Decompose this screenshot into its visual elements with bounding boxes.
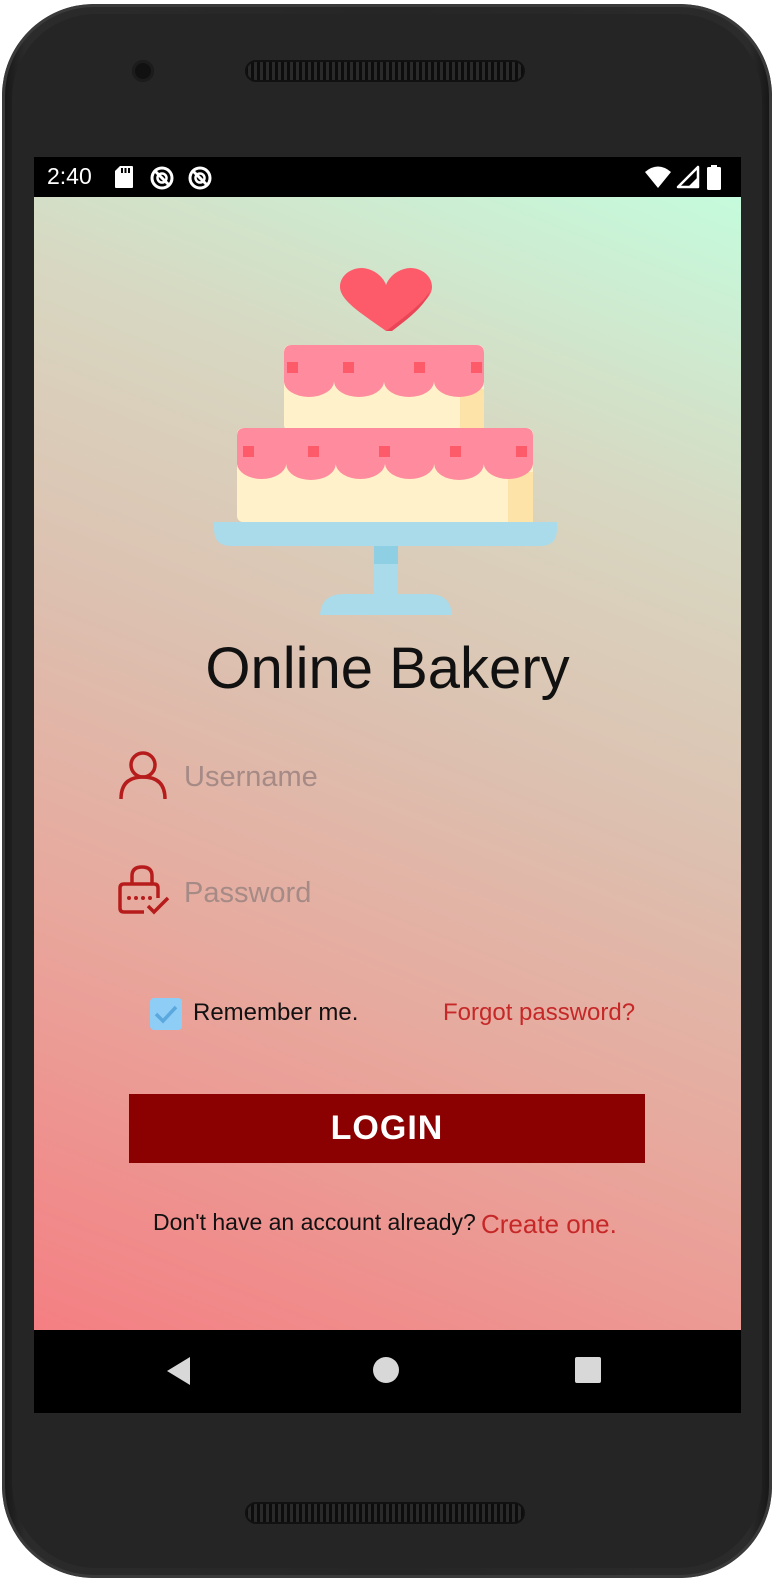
back-icon[interactable] [166,1356,192,1386]
checkmark-icon [154,1005,178,1024]
sd-card-icon [115,166,133,188]
cake-icon [214,267,557,615]
signup-prompt: Don't have an account already? [153,1209,476,1235]
user-icon [119,751,167,800]
bottom-speaker [245,1502,525,1524]
front-camera [132,60,154,82]
earpiece-speaker [245,60,525,82]
device-screen: 2:40 Online Bakery Username Remember me.… [34,157,741,1413]
status-bar: 2:40 [34,157,741,197]
signal-icon [676,165,700,189]
login-screen: Online Bakery Remember me. Forgot passwo… [34,197,741,1330]
battery-icon [707,165,721,190]
lock-icon [118,865,170,915]
sync-disabled-icon [150,166,174,190]
wifi-icon [645,166,671,188]
app-title: Online Bakery [205,636,570,701]
forgot-password-link[interactable]: Forgot password? [443,999,635,1027]
password-input[interactable] [174,868,674,918]
status-time: 2:40 [47,163,92,189]
username-input[interactable] [174,752,674,802]
login-button[interactable]: LOGIN [129,1094,645,1163]
sync-disabled-icon [188,166,212,190]
navigation-bar [34,1330,741,1413]
remember-me-checkbox[interactable] [150,998,182,1030]
recents-icon[interactable] [574,1356,602,1384]
create-account-link[interactable]: Create one. [481,1209,617,1240]
home-icon[interactable] [372,1356,400,1384]
remember-me-label[interactable]: Remember me. [193,999,358,1027]
